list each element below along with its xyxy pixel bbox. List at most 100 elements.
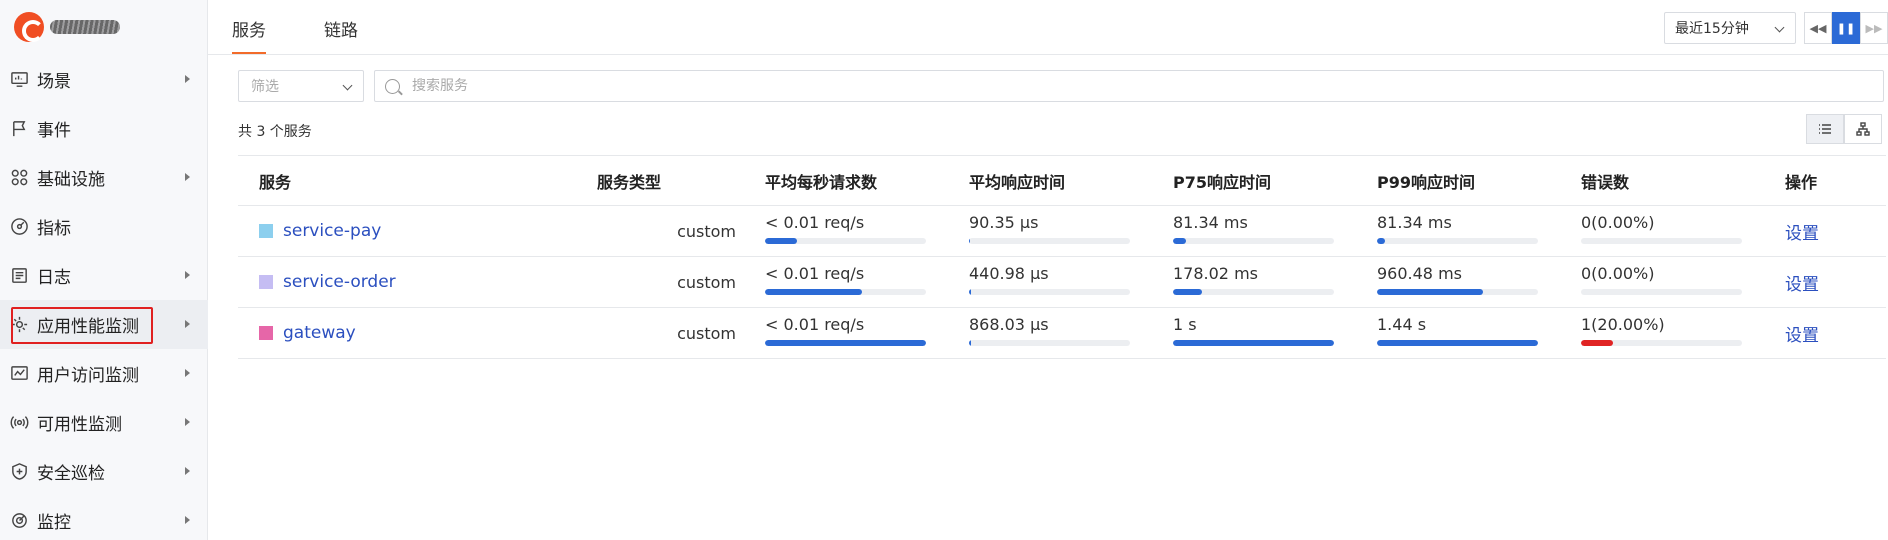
sidebar-item-label: 可用性监测 <box>37 415 122 435</box>
time-range-select[interactable]: 最近15分钟 <box>1664 12 1796 44</box>
metric-cell-rps: < 0.01 req/s <box>765 264 969 295</box>
topology-icon <box>1856 122 1870 136</box>
sidebar-nav: 场景 事件 基础设施 指标 日志 应用性能监测 用户访问监测 可用性监测 安全巡… <box>0 55 208 540</box>
metric-bar-fill <box>765 288 862 295</box>
filter-select[interactable]: 筛选 <box>238 70 364 102</box>
sidebar-item-rum[interactable]: 用户访问监测 <box>0 349 208 398</box>
sidebar-item-label: 指标 <box>37 219 71 239</box>
sidebar-item-logs[interactable]: 日志 <box>0 251 208 300</box>
filter-placeholder: 筛选 <box>251 79 279 95</box>
metric-bar <box>1377 237 1538 244</box>
forward-icon: ▶▶ <box>1865 21 1883 35</box>
metric-bar <box>969 237 1130 244</box>
metric-bar <box>765 339 926 346</box>
pause-button[interactable]: ❚❚ <box>1832 12 1860 44</box>
tab-services[interactable]: 服务 <box>232 16 266 54</box>
view-toggle <box>1806 114 1882 144</box>
metric-value: 868.03 μs <box>969 314 1049 334</box>
action-cell: 设置 <box>1785 321 1886 346</box>
metric-bar-fill <box>969 288 971 295</box>
metric-value: 81.34 ms <box>1173 212 1248 232</box>
chevron-right-icon <box>185 515 190 524</box>
service-type: custom <box>677 323 736 343</box>
search-box[interactable] <box>374 70 1884 102</box>
column-header: P75响应时间 <box>1173 172 1271 192</box>
metric-cell-errors: 1(20.00%) <box>1581 315 1785 346</box>
column-header: 服务类型 <box>597 172 662 192</box>
radar-icon <box>9 511 29 531</box>
monitor-icon <box>9 70 29 90</box>
action-cell: 设置 <box>1785 270 1886 295</box>
sidebar-item-events[interactable]: 事件 <box>0 104 208 153</box>
service-cell: service-order <box>238 272 597 292</box>
tab-traces[interactable]: 链路 <box>324 16 358 54</box>
sidebar-item-label: 事件 <box>37 121 71 141</box>
table-body: service-pay custom < 0.01 req/s 90.35 μs 81.… <box>238 206 1886 359</box>
list-icon <box>1819 124 1831 134</box>
service-link[interactable]: gateway <box>283 323 356 343</box>
metric-cell-rps: < 0.01 req/s <box>765 315 969 346</box>
sidebar-item-availability[interactable]: 可用性监测 <box>0 398 208 447</box>
metric-value: 0(0.00%) <box>1581 212 1655 232</box>
metric-value: < 0.01 req/s <box>765 314 865 334</box>
metric-bar <box>1377 339 1538 346</box>
settings-link[interactable]: 设置 <box>1785 224 1819 244</box>
gauge-icon <box>9 217 29 237</box>
metric-value: 440.98 μs <box>969 263 1049 283</box>
settings-link[interactable]: 设置 <box>1785 275 1819 295</box>
sidebar: 场景 事件 基础设施 指标 日志 应用性能监测 用户访问监测 可用性监测 安全巡… <box>0 0 208 540</box>
search-icon <box>385 78 400 94</box>
rewind-button[interactable]: ◀◀ <box>1804 12 1832 44</box>
sidebar-item-scene[interactable]: 场景 <box>0 55 208 104</box>
column-header: 操作 <box>1785 172 1818 192</box>
metric-value: 0(0.00%) <box>1581 263 1655 283</box>
metric-bar <box>969 339 1130 346</box>
service-type: custom <box>677 221 736 241</box>
search-input[interactable] <box>412 78 1812 94</box>
column-header: P99响应时间 <box>1377 172 1475 192</box>
metric-bar <box>1581 237 1742 244</box>
sidebar-item-security[interactable]: 安全巡检 <box>0 447 208 496</box>
chevron-right-icon <box>185 319 190 328</box>
service-color-swatch <box>259 326 273 340</box>
settings-link[interactable]: 设置 <box>1785 326 1819 346</box>
metric-bar-fill <box>1173 237 1186 244</box>
metric-value: < 0.01 req/s <box>765 212 865 232</box>
main-content: 服务 链路 最近15分钟 ◀◀ ❚❚ ▶▶ 筛选 共 3 个服务 <box>208 0 1888 540</box>
chevron-down-icon <box>342 80 353 91</box>
metric-cell-avg: 90.35 μs <box>969 213 1173 244</box>
metric-cell-p99: 960.48 ms <box>1377 264 1581 295</box>
metric-bar <box>1377 288 1538 295</box>
logo[interactable] <box>14 11 124 43</box>
sidebar-item-monitor[interactable]: 监控 <box>0 496 208 540</box>
chevron-right-icon <box>185 270 190 279</box>
grid-icon <box>9 168 29 188</box>
metric-bar <box>765 237 926 244</box>
table-row: service-order custom < 0.01 req/s 440.98 μs… <box>238 257 1886 308</box>
metric-bar-fill <box>1377 237 1386 244</box>
sidebar-item-label: 场景 <box>37 72 71 92</box>
signal-icon <box>9 413 29 433</box>
service-link[interactable]: service-pay <box>283 221 381 241</box>
service-link[interactable]: service-order <box>283 272 396 292</box>
metric-bar <box>1173 237 1334 244</box>
sidebar-item-label: 安全巡检 <box>37 464 105 484</box>
column-header: 服务 <box>259 172 292 192</box>
sidebar-item-infrastructure[interactable]: 基础设施 <box>0 153 208 202</box>
metric-value: 1.44 s <box>1377 314 1427 334</box>
sidebar-item-metrics[interactable]: 指标 <box>0 202 208 251</box>
metric-cell-errors: 0(0.00%) <box>1581 213 1785 244</box>
apm-icon <box>9 315 29 335</box>
service-count: 共 3 个服务 <box>238 124 312 140</box>
list-view-button[interactable] <box>1806 114 1844 144</box>
forward-button[interactable]: ▶▶ <box>1860 12 1888 44</box>
topology-view-button[interactable] <box>1844 114 1882 144</box>
service-color-swatch <box>259 275 273 289</box>
metric-cell-rps: < 0.01 req/s <box>765 213 969 244</box>
service-type-cell: custom <box>597 222 765 241</box>
metric-value: 90.35 μs <box>969 212 1039 232</box>
sidebar-item-apm[interactable]: 应用性能监测 <box>0 300 208 349</box>
shield-icon <box>9 462 29 482</box>
metric-cell-p99: 1.44 s <box>1377 315 1581 346</box>
sidebar-item-label: 用户访问监测 <box>37 366 139 386</box>
